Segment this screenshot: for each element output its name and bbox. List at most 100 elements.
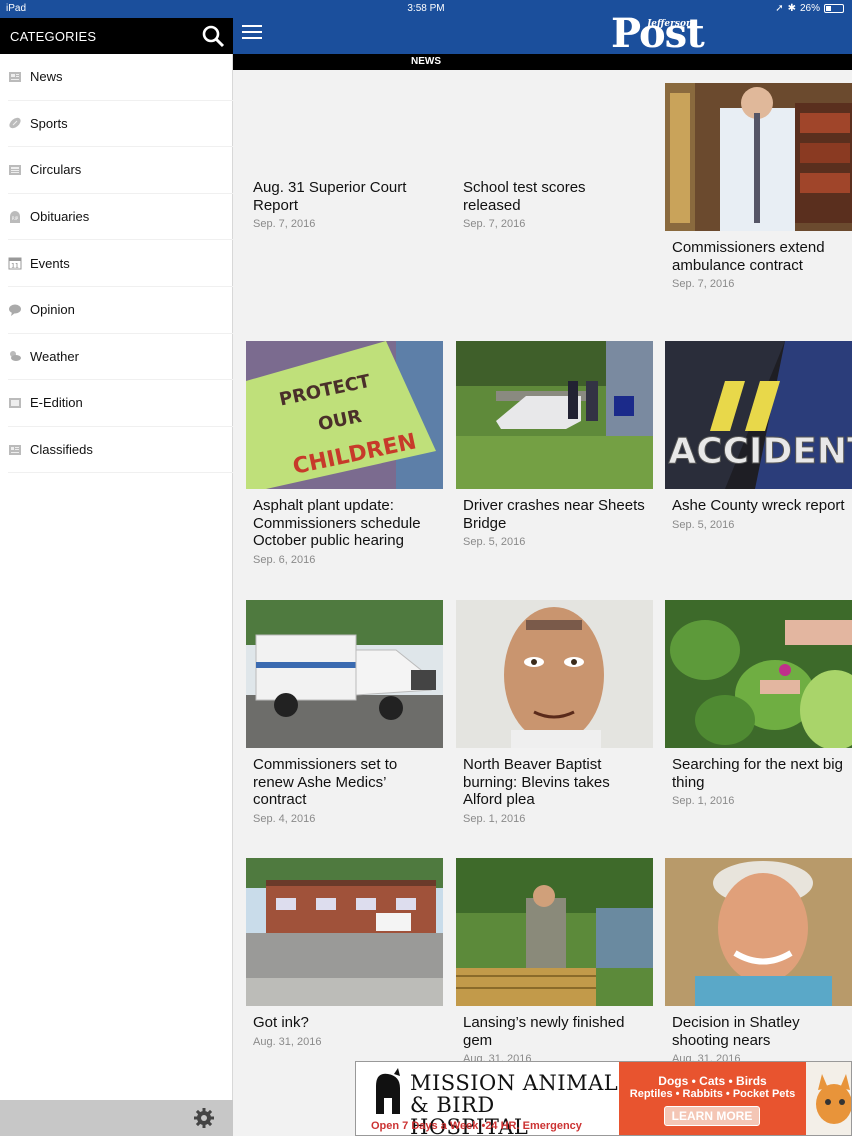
article-grid: Aug. 31 Superior Court Report Sep. 7, 20… <box>233 70 852 1136</box>
article-headline: Searching for the next big thing <box>672 756 843 791</box>
article-card[interactable]: Commissioners set to renew Ashe Medics’ … <box>246 600 443 825</box>
article-photo <box>665 83 852 231</box>
category-item-classifieds[interactable]: Classifieds <box>8 427 233 474</box>
sidebar-title: CATEGORIES <box>10 29 97 44</box>
category-list: News Sports Circulars RIP Obituaries 11 … <box>0 54 233 474</box>
article-headline: Got ink? <box>253 1014 309 1031</box>
article-card[interactable]: Got ink? Aug. 31, 2016 <box>246 858 443 1048</box>
article-date: Sep. 6, 2016 <box>253 553 316 566</box>
article-date: Aug. 31, 2016 <box>253 1035 322 1048</box>
category-item-sports[interactable]: Sports <box>8 101 233 148</box>
category-label: Weather <box>30 348 79 364</box>
article-date: Sep. 5, 2016 <box>672 518 735 531</box>
category-label: Classifieds <box>30 442 93 458</box>
ad-pets-line2: Reptiles • Rabbits • Pocket Pets <box>629 1088 796 1100</box>
category-label: Obituaries <box>30 209 90 225</box>
article-date: Sep. 1, 2016 <box>463 812 526 825</box>
category-label: Circulars <box>30 162 82 178</box>
battery-icon <box>824 4 844 13</box>
article-headline: Asphalt plant update: Commissioners sche… <box>253 497 421 549</box>
svg-text:RIP: RIP <box>12 216 19 221</box>
category-label: Events <box>30 255 70 271</box>
category-item-circulars[interactable]: Circulars <box>8 147 233 194</box>
article-date: Sep. 1, 2016 <box>672 795 735 807</box>
article-card[interactable]: North Beaver Baptist burning: Blevins ta… <box>456 600 653 825</box>
article-card[interactable]: Lansing’s newly finished gem Aug. 31, 20… <box>456 858 653 1065</box>
article-photo <box>246 600 443 748</box>
article-photo <box>665 858 852 1006</box>
article-date: Sep. 7, 2016 <box>463 218 526 230</box>
categories-sidebar: CATEGORIES News Sports Circulars RIP Obi… <box>0 0 233 1136</box>
category-label: News <box>30 69 63 85</box>
svg-text:11: 11 <box>11 263 19 270</box>
location-icon: ➚ <box>775 3 784 14</box>
article-date: Sep. 4, 2016 <box>253 812 316 825</box>
ad-title-line1: MISSION ANIMAL <box>410 1071 619 1095</box>
newspaper-icon <box>9 71 21 82</box>
sidebar-footer <box>0 1100 233 1136</box>
hamburger-menu-icon[interactable] <box>242 25 262 41</box>
battery-percent: 26% <box>799 3 820 14</box>
article-headline: School test scores released <box>463 179 586 214</box>
category-item-e-edition[interactable]: E-Edition <box>8 380 233 427</box>
article-headline: Aug. 31 Superior Court Report <box>253 179 407 214</box>
category-item-weather[interactable]: Weather <box>8 334 233 381</box>
article-photo <box>456 341 653 489</box>
article-card[interactable]: Commissioners extend ambulance contract … <box>665 83 852 290</box>
category-item-events[interactable]: 11 Events <box>8 240 233 287</box>
article-photo <box>456 600 653 748</box>
category-item-obituaries[interactable]: RIP Obituaries <box>8 194 233 241</box>
article-card[interactable]: Searching for the next big thing Sep. 1,… <box>665 600 852 807</box>
article-date: Sep. 7, 2016 <box>253 218 316 230</box>
article-card[interactable]: Driver crashes near Sheets Bridge Sep. 5… <box>456 341 653 548</box>
logo-subtitle: Jefferson <box>647 19 693 29</box>
article-date: Sep. 5, 2016 <box>463 536 526 548</box>
status-right: ➚ ✱ 26% <box>775 3 844 14</box>
article-headline: Ashe County wreck report <box>672 497 845 514</box>
article-photo <box>246 858 443 1006</box>
article-card[interactable]: Aug. 31 Superior Court Report Sep. 7, 20… <box>246 179 443 230</box>
calendar-icon: 11 <box>8 257 22 270</box>
article-date: Sep. 7, 2016 <box>672 278 735 290</box>
article-photo <box>456 858 653 1006</box>
ad-cat-photo <box>806 1062 852 1135</box>
section-bar: NEWS <box>233 54 852 70</box>
article-card[interactable]: School test scores released Sep. 7, 2016 <box>456 179 653 230</box>
svg-text:ACCIDENT: ACCIDENT <box>668 431 852 472</box>
article-card[interactable]: PROTECT OUR CHILDREN Asphalt plant updat… <box>246 341 443 566</box>
article-headline: Commissioners extend ambulance contract <box>672 239 825 274</box>
clock: 3:58 PM <box>407 3 445 14</box>
ad-left-panel: MISSION ANIMAL & BIRD HOSPITAL Open 7 Da… <box>356 1062 619 1136</box>
weather-icon <box>10 351 21 362</box>
e-edition-icon <box>9 397 21 408</box>
ad-pets-line1: Dogs • Cats • Birds <box>658 1074 767 1088</box>
circular-icon <box>9 164 21 175</box>
article-headline: North Beaver Baptist burning: Blevins ta… <box>463 756 610 808</box>
football-icon <box>9 118 21 129</box>
article-headline: Lansing’s newly finished gem <box>463 1014 625 1049</box>
search-icon[interactable] <box>201 24 225 48</box>
sidebar-header: CATEGORIES <box>0 18 233 54</box>
pet-silhouette-icon <box>376 1068 400 1114</box>
article-headline: Decision in Shatley shooting nears <box>672 1014 800 1049</box>
gear-icon[interactable] <box>193 1107 215 1129</box>
status-bar: iPad 3:58 PM ➚ ✱ 26% <box>0 0 852 18</box>
rip-icon: RIP <box>10 210 20 223</box>
classifieds-icon <box>9 444 21 455</box>
ad-banner[interactable]: MISSION ANIMAL & BIRD HOSPITAL Open 7 Da… <box>355 1061 852 1136</box>
category-label: Sports <box>30 115 68 131</box>
article-card[interactable]: Decision in Shatley shooting nears Aug. … <box>665 858 852 1065</box>
article-photo: PROTECT OUR CHILDREN <box>246 341 443 489</box>
bluetooth-icon: ✱ <box>787 3 796 14</box>
ad-subline: Open 7 Days a Week •24 HR. Emergency <box>371 1120 582 1132</box>
article-card[interactable]: ACCIDENT Ashe County wreck report Sep. 5… <box>665 341 852 531</box>
category-label: Opinion <box>30 302 75 318</box>
ad-right-panel: Dogs • Cats • Birds Reptiles • Rabbits •… <box>619 1062 806 1135</box>
speech-bubble-icon <box>9 304 21 316</box>
section-title: NEWS <box>411 56 441 67</box>
learn-more-button[interactable]: LEARN MORE <box>664 1106 760 1126</box>
category-item-opinion[interactable]: Opinion <box>8 287 233 334</box>
article-headline: Commissioners set to renew Ashe Medics’ … <box>253 756 398 808</box>
category-label: E-Edition <box>30 395 83 411</box>
article-photo <box>665 600 852 748</box>
